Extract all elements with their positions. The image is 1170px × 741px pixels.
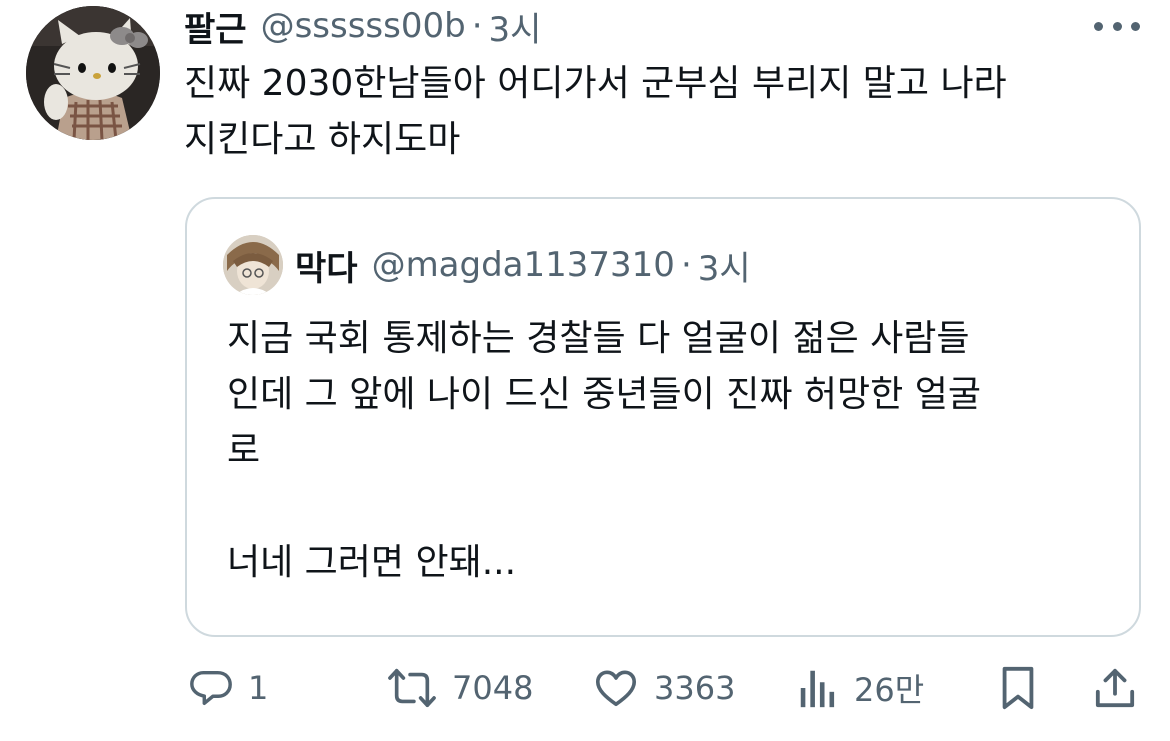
reply-count: 1 — [248, 669, 269, 707]
views-bars-icon — [800, 670, 835, 708]
separator-dot: · — [471, 6, 483, 46]
views-button[interactable]: 26만 — [796, 660, 924, 716]
quoted-tweet-card[interactable]: 막다 @magda1137310 · 3시 지금 국회 통제하는 경찰들 다 얼… — [185, 197, 1141, 637]
like-button[interactable]: 3363 — [592, 660, 735, 716]
quoted-author-avatar[interactable] — [223, 235, 283, 295]
quoted-text-line: 지금 국회 통제하는 경찰들 다 얼굴이 젊은 사람들 — [227, 318, 970, 359]
quoted-avatar-image — [223, 235, 283, 295]
more-options-button[interactable] — [1094, 16, 1140, 36]
author-avatar-image — [26, 6, 160, 140]
quoted-tweet-time[interactable]: 3시 — [698, 241, 751, 290]
quoted-tweet-text: 지금 국회 통제하는 경찰들 다 얼굴이 젊은 사람들 인데 그 앞에 나이 드… — [227, 311, 1107, 591]
retweet-icon — [388, 668, 436, 708]
quoted-text-line: 로 — [227, 430, 261, 471]
views-count: 26만 — [854, 671, 925, 709]
quoted-tweet-header: 막다 @magda1137310 · 3시 — [295, 239, 751, 291]
more-horizontal-icon — [1094, 21, 1103, 31]
author-name[interactable]: 팔근 — [184, 2, 247, 51]
tweet-header: 팔근 @ssssss00b · 3시 — [184, 2, 541, 50]
tweet-text: 진짜 2030한남들아 어디가서 군부심 부리지 말고 나라 지킨다고 하지도마 — [184, 56, 1144, 168]
quoted-author-handle[interactable]: @magda1137310 — [372, 245, 675, 285]
tweet-text-line: 진짜 2030한남들아 어디가서 군부심 부리지 말고 나라 — [184, 63, 1007, 104]
quoted-text-line: 인데 그 앞에 나이 드신 중년들이 진짜 허망한 얼굴 — [227, 374, 981, 415]
like-count: 3363 — [654, 669, 736, 707]
quoted-text-line: 너네 그러면 안돼... — [227, 542, 517, 583]
reply-bubble-icon — [190, 670, 232, 706]
tweet-action-bar: 1 7048 3363 26만 — [0, 660, 1170, 716]
separator-dot: · — [680, 245, 692, 285]
tweet-text-line: 지킨다고 하지도마 — [184, 119, 461, 160]
bookmark-button[interactable] — [998, 660, 1038, 716]
reply-button[interactable]: 1 — [188, 660, 268, 716]
author-handle[interactable]: @ssssss00b — [261, 6, 466, 46]
share-upload-icon — [1095, 668, 1135, 708]
retweet-button[interactable]: 7048 — [386, 660, 533, 716]
author-avatar[interactable] — [26, 6, 160, 140]
share-button[interactable] — [1094, 660, 1136, 716]
bookmark-icon — [1002, 666, 1034, 710]
quoted-author-name[interactable]: 막다 — [295, 241, 358, 290]
retweet-count: 7048 — [452, 669, 534, 707]
heart-icon — [595, 670, 637, 707]
tweet-time[interactable]: 3시 — [489, 2, 542, 51]
